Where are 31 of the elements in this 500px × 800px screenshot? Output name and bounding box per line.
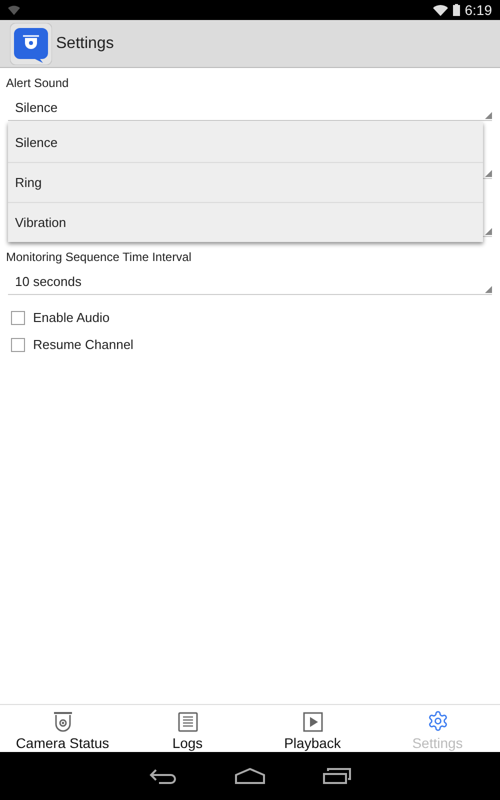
- dropdown-field[interactable]: Silence: [8, 94, 492, 121]
- clock-time: 6:19: [464, 2, 492, 18]
- play-icon: [302, 712, 322, 732]
- screen-title: Settings: [56, 34, 114, 52]
- dropdown-arrow-icon: [485, 170, 492, 177]
- back-icon[interactable]: [149, 768, 177, 784]
- nav-tab[interactable]: Playback: [250, 705, 375, 752]
- security-camera-icon: [52, 712, 74, 732]
- nav-tab[interactable]: Logs: [125, 705, 250, 752]
- wifi-question-icon: [8, 5, 20, 15]
- checkbox-label: Resume Channel: [33, 337, 134, 352]
- settings-icon: [426, 710, 448, 732]
- home-icon[interactable]: [235, 768, 265, 784]
- recent-apps-icon[interactable]: [323, 768, 351, 784]
- checkbox[interactable]: [11, 310, 25, 324]
- checkbox-label: Enable Audio: [33, 310, 110, 325]
- menu-option[interactable]: Ring: [8, 162, 483, 202]
- checkbox[interactable]: [11, 338, 25, 352]
- setting-label: Monitoring Sequence Time Interval: [5, 249, 192, 266]
- dropdown-arrow-icon: [485, 228, 492, 235]
- app-logo-icon: [10, 22, 52, 64]
- setting-label: Alert Sound: [5, 75, 70, 92]
- dropdown-arrow-icon: [485, 112, 492, 119]
- battery-icon: [452, 4, 460, 16]
- dropdown-arrow-icon: [485, 286, 492, 293]
- menu-option[interactable]: Silence: [8, 122, 483, 162]
- nav-tab[interactable]: Camera Status: [0, 705, 125, 752]
- list-document-icon: [178, 712, 198, 732]
- menu-option[interactable]: Vibration: [8, 202, 483, 242]
- wifi-icon: [432, 4, 448, 16]
- dropdown-field[interactable]: 10 seconds: [8, 268, 492, 295]
